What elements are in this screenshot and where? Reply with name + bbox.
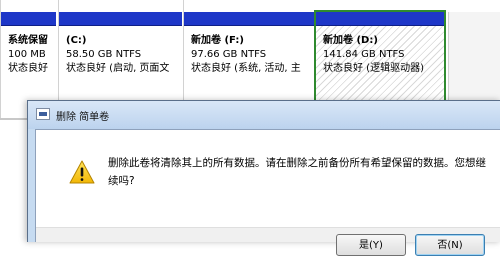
partition-status: 状态良好 bbox=[8, 63, 48, 74]
partition-bar bbox=[59, 12, 182, 26]
partition-size: 100 MB bbox=[8, 49, 46, 60]
dialog-button-area: 是(Y) 否(N) bbox=[36, 227, 500, 256]
dialog-client-area: 删除此卷将清除其上的所有数据。请在删除之前备份所有希望保留的数据。您想继续吗? … bbox=[35, 129, 500, 256]
partition-name: 新加卷 (D:) bbox=[323, 35, 378, 46]
dialog-title-bar[interactable]: 删除 简单卷 bbox=[28, 101, 500, 129]
partition-status: 状态良好 (系统, 活动, 主 bbox=[191, 63, 301, 74]
disk-management-icon bbox=[36, 108, 50, 120]
partition-size: 97.66 GB NTFS bbox=[191, 49, 267, 60]
partition-name: 系统保留 bbox=[8, 35, 48, 46]
warning-icon bbox=[69, 160, 95, 184]
dialog-message: 删除此卷将清除其上的所有数据。请在删除之前备份所有希望保留的数据。您想继续吗? bbox=[108, 157, 486, 187]
partition-size: 58.50 GB NTFS bbox=[66, 49, 142, 60]
partition-status: 状态良好 (启动, 页面文 bbox=[66, 63, 170, 74]
partition-bar bbox=[316, 12, 444, 26]
partition-status: 状态良好 (逻辑驱动器) bbox=[323, 63, 424, 74]
dialog-title: 删除 简单卷 bbox=[56, 112, 110, 123]
partition-bar bbox=[184, 12, 315, 26]
partition-name: 新加卷 (F:) bbox=[191, 35, 244, 46]
yes-button[interactable]: 是(Y) bbox=[336, 234, 406, 256]
partition-bar bbox=[1, 12, 56, 26]
partition-size: 141.84 GB NTFS bbox=[323, 49, 405, 60]
partition-name: (C:) bbox=[66, 35, 87, 46]
delete-volume-dialog: 删除 简单卷 删除此卷将清除其上的所有数据。请在删除之前备份所有希望保留的数据。… bbox=[27, 100, 500, 256]
no-button[interactable]: 否(N) bbox=[415, 234, 485, 256]
